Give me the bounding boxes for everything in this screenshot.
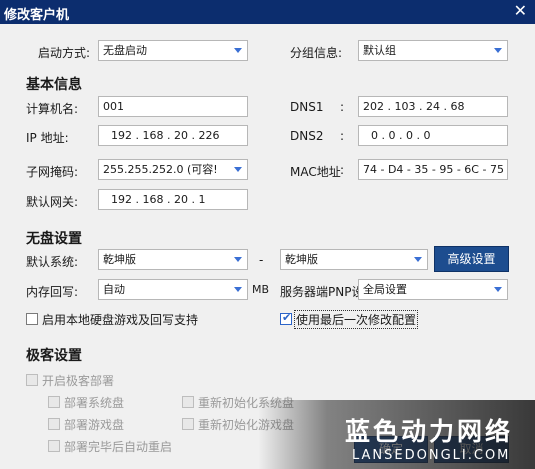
system-dash: - — [259, 253, 264, 267]
default-system-label: 默认系统: — [26, 255, 79, 269]
group-label: 分组信息: — [290, 46, 343, 60]
chevron-down-icon — [234, 48, 242, 53]
dns1-colon: : — [340, 100, 345, 114]
chevron-down-icon — [494, 48, 502, 53]
watermark-logo: 蓝色动力网络 — [345, 417, 514, 446]
ip-address-label: IP 地址: — [26, 131, 69, 145]
chevron-down-icon — [234, 257, 242, 262]
default-system-select[interactable]: 乾坤版 — [98, 249, 248, 270]
ip-address-input[interactable]: 192 . 168 . 20 . 226 — [98, 125, 248, 146]
deploy-game-checkbox[interactable] — [48, 418, 60, 430]
computer-name-label: 计算机名: — [26, 102, 79, 116]
advanced-settings-button[interactable]: 高级设置 — [434, 246, 509, 272]
deploy-system-checkbox[interactable] — [48, 396, 60, 408]
mac-label: MAC地址 — [290, 165, 341, 179]
second-system-value: 乾坤版 — [285, 253, 318, 266]
gateway-value: 192 . 168 . 20 . 1 — [111, 193, 206, 206]
pnp-value: 全局设置 — [363, 283, 407, 296]
deploy-game-label: 部署游戏盘 — [64, 418, 125, 432]
dns1-label: DNS1 — [290, 100, 324, 114]
enable-extreme-checkbox[interactable] — [26, 374, 38, 386]
dns1-input[interactable]: 202 . 103 . 24 . 68 — [358, 96, 508, 117]
default-system-value: 乾坤版 — [103, 253, 136, 266]
computer-name-input[interactable]: 001 — [98, 96, 248, 117]
boot-mode-select[interactable]: 无盘启动 — [98, 40, 248, 61]
computer-name-value: 001 — [103, 100, 124, 113]
chevron-down-icon — [234, 167, 242, 172]
last-config-checkbox[interactable]: ✔ — [280, 311, 292, 325]
dns1-value: 202 . 103 . 24 . 68 — [363, 100, 465, 113]
check-icon: ✔ — [282, 311, 292, 324]
title-bar: 修改客户机 ✕ — [0, 0, 535, 24]
chevron-down-icon — [234, 287, 242, 292]
basic-info-heading: 基本信息 — [26, 77, 82, 93]
chevron-down-icon — [414, 257, 422, 262]
mac-address-value: 74 - D4 - 35 - 95 - 6C - 75 — [363, 163, 504, 176]
dns2-colon: : — [340, 129, 345, 143]
memory-cache-label: 内存回写: — [26, 285, 79, 299]
mac-colon: : — [340, 163, 345, 177]
gateway-label: 默认网关: — [26, 195, 79, 209]
dns2-value: 0 . 0 . 0 . 0 — [371, 129, 431, 142]
extreme-heading: 极客设置 — [26, 348, 82, 364]
auto-restart-label: 部署完毕后自动重启 — [64, 440, 173, 454]
diskless-heading: 无盘设置 — [26, 231, 82, 247]
last-config-label: 使用最后一次修改配置 — [294, 310, 419, 329]
memory-cache-unit: MB — [252, 283, 270, 296]
boot-mode-value: 无盘启动 — [103, 44, 147, 57]
memory-cache-select[interactable]: 自动 — [98, 279, 248, 300]
dns2-label: DNS2 — [290, 129, 324, 143]
reinit-game-checkbox[interactable] — [182, 418, 194, 430]
close-icon[interactable]: ✕ — [514, 2, 527, 20]
reinit-system-checkbox[interactable] — [182, 396, 194, 408]
subnet-mask-label: 子网掩码: — [26, 165, 79, 179]
subnet-mask-select[interactable]: 255.255.252.0 (可容! — [98, 159, 248, 180]
second-system-select[interactable]: 乾坤版 — [280, 249, 428, 270]
gateway-input[interactable]: 192 . 168 . 20 . 1 — [98, 189, 248, 210]
local-disk-label: 启用本地硬盘游戏及回写支持 — [42, 313, 199, 327]
auto-restart-checkbox[interactable] — [48, 440, 60, 452]
pnp-select[interactable]: 全局设置 — [358, 279, 508, 300]
ip-address-value: 192 . 168 . 20 . 226 — [111, 129, 220, 142]
watermark-url: LANSEDONGLI.COM — [352, 448, 511, 463]
mac-address-input[interactable]: 74 - D4 - 35 - 95 - 6C - 75 — [358, 159, 508, 180]
window-title: 修改客户机 — [4, 8, 70, 23]
boot-mode-label: 启动方式: — [38, 46, 91, 60]
memory-cache-value: 自动 — [103, 283, 125, 296]
chevron-down-icon — [494, 287, 502, 292]
group-select[interactable]: 默认组 — [358, 40, 508, 61]
dns2-input[interactable]: 0 . 0 . 0 . 0 — [358, 125, 508, 146]
deploy-system-label: 部署系统盘 — [64, 396, 125, 410]
subnet-mask-value: 255.255.252.0 (可容! — [103, 163, 218, 176]
local-disk-checkbox[interactable] — [26, 313, 38, 325]
enable-extreme-label: 开启极客部署 — [42, 374, 115, 388]
group-value: 默认组 — [363, 44, 396, 57]
